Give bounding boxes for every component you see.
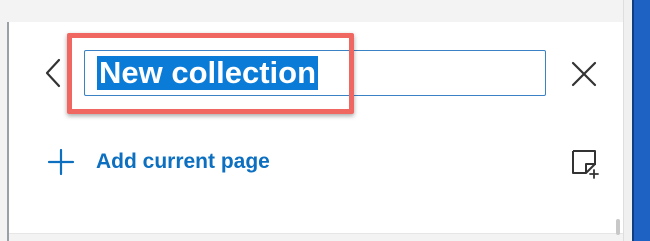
- close-icon: [568, 58, 600, 90]
- back-button[interactable]: [40, 54, 66, 92]
- collection-name-input[interactable]: New collection: [84, 50, 546, 96]
- desktop-background: [632, 0, 650, 241]
- add-current-page-label: Add current page: [96, 150, 270, 173]
- plus-icon: [46, 147, 76, 177]
- add-note-button[interactable]: [568, 146, 602, 180]
- collections-panel-screen: New collection Add current page: [0, 0, 650, 241]
- add-note-icon: [568, 146, 602, 180]
- panel-bottom-edge: [9, 233, 623, 241]
- scrollbar-thumb[interactable]: [616, 219, 620, 235]
- chevron-left-icon: [40, 54, 66, 92]
- left-edge: [0, 22, 9, 241]
- close-button[interactable]: [568, 58, 600, 90]
- top-edge: [0, 0, 632, 23]
- add-current-page-button[interactable]: Add current page: [46, 146, 270, 178]
- collection-name-selected-text[interactable]: New collection: [97, 56, 319, 90]
